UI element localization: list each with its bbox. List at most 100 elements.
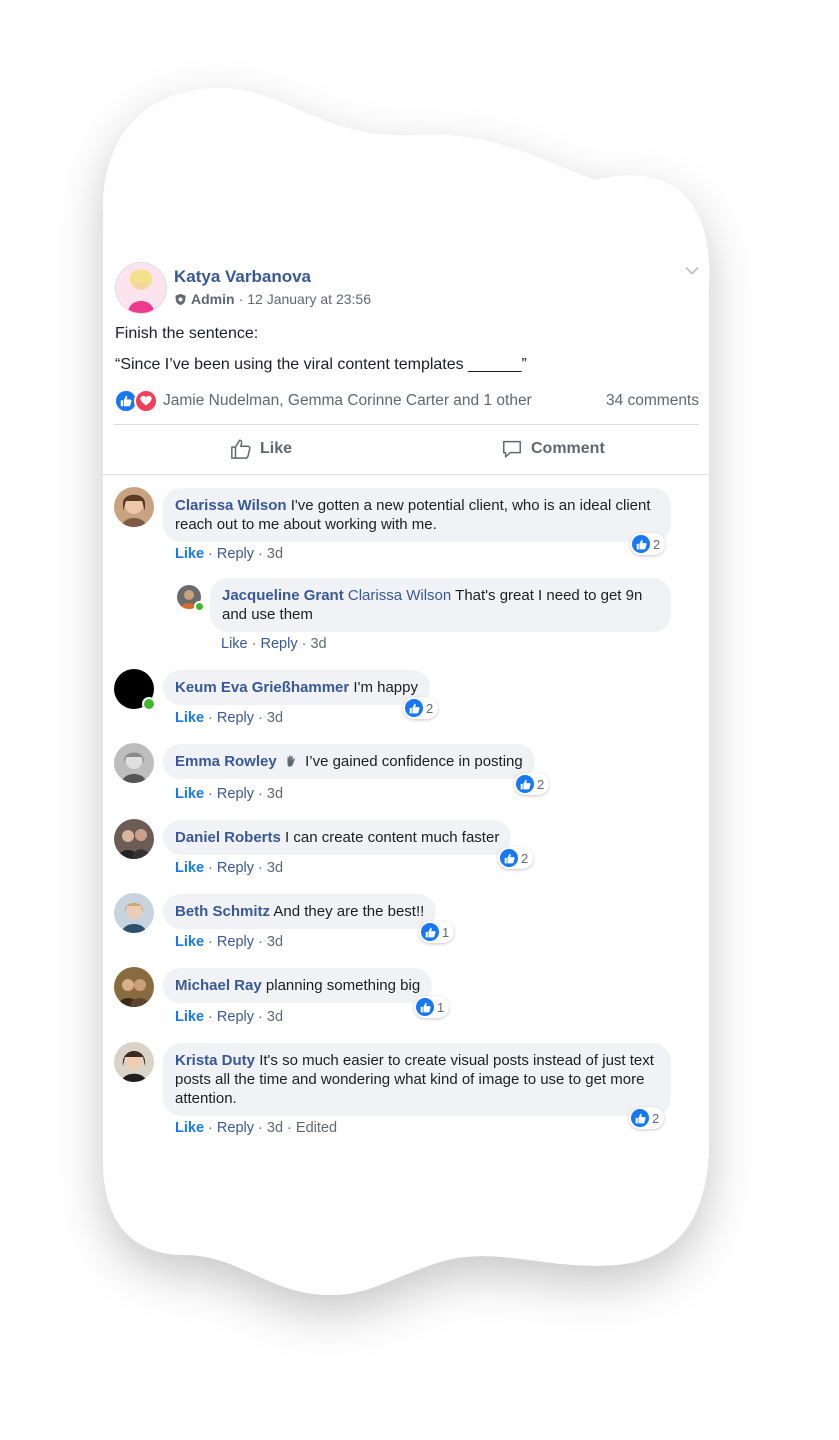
comment-like-link[interactable]: Like — [175, 934, 204, 950]
reply-bubble: Jacqueline Grant Clarissa Wilson That's … — [210, 578, 671, 632]
commenter-name[interactable]: Emma Rowley — [175, 753, 277, 770]
post-author-avatar[interactable] — [115, 262, 167, 314]
admin-shield-icon — [175, 293, 186, 305]
comment-like-count[interactable]: 1 — [419, 921, 455, 943]
comment-actions: Like · Reply · 3d — [175, 934, 284, 950]
commenter-name[interactable]: Clarissa Wilson — [175, 497, 287, 514]
comment-actions: Like · Reply · 3d — [175, 710, 284, 726]
comment-text: I’ve gained confidence in posting — [305, 753, 523, 770]
commenter-avatar[interactable] — [114, 743, 154, 783]
comment-reply-link[interactable]: Reply — [217, 546, 254, 562]
post-card: Katya Varbanova Admin · 12 January at 23… — [103, 0, 709, 1440]
comment-reply-link[interactable]: Reply — [217, 786, 254, 802]
reply-reply-link[interactable]: Reply — [261, 636, 298, 652]
like-count: 2 — [653, 536, 661, 552]
post-timestamp[interactable]: 12 January at 23:56 — [247, 291, 371, 307]
comment-button[interactable]: Comment — [501, 438, 605, 460]
commenter-name[interactable]: Michael Ray — [175, 977, 262, 994]
comment-like-link[interactable]: Like — [175, 1120, 204, 1136]
reactors-text: Jamie Nudelman, Gemma Corinne Carter and… — [163, 392, 532, 409]
comment-actions: Like · Reply · 3d — [175, 1009, 284, 1025]
comment-count[interactable]: 34 comments — [606, 392, 699, 410]
like-count: 1 — [442, 924, 450, 940]
comment-like-link[interactable]: Like — [175, 546, 204, 562]
comment-actions: Like · Reply · 3d — [175, 546, 284, 562]
edited-label: Edited — [295, 1120, 338, 1136]
comment-reply-link[interactable]: Reply — [217, 1009, 254, 1025]
comment-like-count[interactable]: 2 — [630, 533, 666, 555]
comment-bubble: Clarissa Wilson I've gotten a new potent… — [163, 488, 671, 542]
love-reaction-icon — [134, 389, 158, 413]
comment-icon — [503, 440, 521, 458]
comment-like-count[interactable]: 1 — [414, 996, 450, 1018]
commenter-avatar[interactable] — [114, 819, 154, 859]
comment-time[interactable]: 3d — [267, 786, 283, 802]
comment-time[interactable]: 3d — [267, 860, 283, 876]
like-badge-icon — [405, 699, 423, 717]
comment-bubble: Michael Ray planning something big — [163, 968, 433, 1003]
comment-like-count[interactable]: 2 — [629, 1107, 665, 1129]
comment-bubble: Emma Rowley I’ve gained confidence in po… — [163, 744, 535, 779]
like-badge-icon — [416, 998, 434, 1016]
comment-reply-link[interactable]: Reply — [217, 1120, 254, 1136]
like-count: 1 — [437, 999, 445, 1015]
commenter-avatar[interactable] — [114, 487, 154, 527]
like-badge-icon — [516, 775, 534, 793]
reply-like-link[interactable]: Like — [221, 636, 248, 652]
reaction-summary[interactable]: Jamie Nudelman, Gemma Corinne Carter and… — [114, 389, 532, 413]
comment-like-link[interactable]: Like — [175, 860, 204, 876]
comment-like-link[interactable]: Like — [175, 710, 204, 726]
like-count: 2 — [652, 1110, 660, 1126]
wave-hand-icon — [287, 755, 295, 767]
like-count: 2 — [426, 700, 434, 716]
reply-mention[interactable]: Clarissa Wilson — [348, 587, 451, 604]
online-status-dot — [142, 697, 156, 711]
comment-time[interactable]: 3d — [267, 934, 283, 950]
comment-text: And they are the best!! — [273, 903, 425, 920]
commenter-name[interactable]: Beth Schmitz — [175, 903, 270, 920]
like-badge-icon — [421, 923, 439, 941]
commenter-avatar[interactable] — [114, 967, 154, 1007]
post-author-name[interactable]: Katya Varbanova — [174, 267, 311, 287]
like-badge-icon — [500, 849, 518, 867]
like-button-label: Like — [260, 440, 293, 457]
comment-text: I can create content much faster — [285, 829, 500, 846]
comment-bubble: Daniel Roberts I can create content much… — [163, 820, 512, 855]
like-button[interactable]: Like — [230, 438, 292, 460]
commenter-name[interactable]: Keum Eva Grießhammer — [175, 679, 349, 696]
like-count: 2 — [537, 776, 545, 792]
comment-bubble: Keum Eva Grießhammer I'm happy — [163, 670, 430, 705]
divider-top — [114, 424, 699, 425]
commenter-avatar[interactable] — [114, 893, 154, 933]
comment-reply-link[interactable]: Reply — [217, 934, 254, 950]
divider-bottom — [103, 474, 709, 475]
comment-like-count[interactable]: 2 — [514, 773, 550, 795]
like-badge-icon — [631, 1109, 649, 1127]
admin-label: Admin — [191, 291, 235, 307]
comment-button-label: Comment — [531, 440, 605, 457]
chevron-down-icon[interactable] — [685, 266, 699, 276]
commenter-name[interactable]: Daniel Roberts — [175, 829, 281, 846]
reply-time[interactable]: 3d — [310, 636, 326, 652]
comment-like-link[interactable]: Like — [175, 786, 204, 802]
meta-separator: · — [238, 291, 244, 307]
comment-time[interactable]: 3d — [267, 546, 283, 562]
commenter-avatar[interactable] — [114, 1042, 154, 1082]
comment-like-count[interactable]: 2 — [498, 847, 534, 869]
comment-actions: Like · Reply · 3d — [175, 860, 284, 876]
comment-text: I'm happy — [353, 679, 418, 696]
comment-actions: Like · Reply · 3d · Edited — [175, 1120, 338, 1136]
comment-like-link[interactable]: Like — [175, 1009, 204, 1025]
comment-time[interactable]: 3d — [267, 710, 283, 726]
comment-reply-link[interactable]: Reply — [217, 860, 254, 876]
comment-bubble: Krista Duty It's so much easier to creat… — [163, 1043, 671, 1116]
post-text-line-1: Finish the sentence: — [115, 325, 259, 342]
comment-time[interactable]: 3d — [267, 1120, 283, 1136]
thumbs-up-icon — [231, 439, 251, 459]
comment-time[interactable]: 3d — [267, 1009, 283, 1025]
comment-reply-link[interactable]: Reply — [217, 710, 254, 726]
comment-like-count[interactable]: 2 — [403, 697, 439, 719]
reply-author-name[interactable]: Jacqueline Grant — [222, 587, 344, 604]
online-status-dot — [194, 601, 205, 612]
commenter-name[interactable]: Krista Duty — [175, 1052, 255, 1069]
